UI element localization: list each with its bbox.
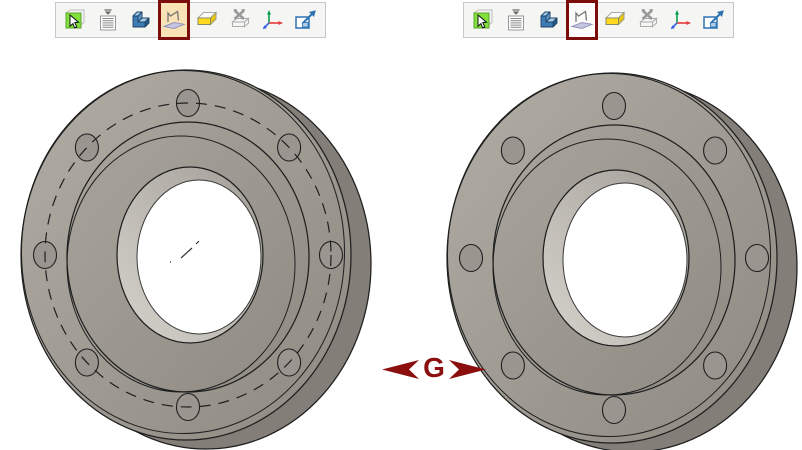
comparison-letter: G	[422, 354, 446, 385]
origin-axes-button[interactable]	[668, 6, 694, 34]
sketch-visibility-icon	[570, 8, 594, 32]
select-icon	[63, 8, 87, 32]
design-explorer-button[interactable]	[503, 6, 529, 34]
extrude-icon	[129, 8, 153, 32]
comparison-label: G	[378, 352, 490, 386]
suppress-button[interactable]	[635, 6, 661, 34]
workspace: G	[0, 0, 802, 450]
toolbar-right	[463, 2, 734, 38]
suppress-button[interactable]	[227, 6, 253, 34]
extrude-button[interactable]	[536, 6, 562, 34]
origin-axes-button[interactable]	[260, 6, 286, 34]
select-button[interactable]	[470, 6, 496, 34]
left-arrow-icon	[382, 360, 419, 379]
suppress-icon	[636, 8, 660, 32]
select-button[interactable]	[62, 6, 88, 34]
origin-axes-icon	[261, 8, 285, 32]
workpiece-button[interactable]	[194, 6, 220, 34]
origin-axes-icon	[669, 8, 693, 32]
workpiece-icon	[195, 8, 219, 32]
flange-model-left[interactable]	[0, 43, 392, 450]
sketch-visibility-button[interactable]	[158, 0, 190, 40]
workpiece-icon	[603, 8, 627, 32]
new-window-button[interactable]	[293, 6, 319, 34]
design-explorer-icon	[504, 8, 528, 32]
right-arrow-icon	[449, 360, 486, 379]
design-explorer-button[interactable]	[95, 6, 121, 34]
new-window-icon	[702, 8, 726, 32]
select-icon	[471, 8, 495, 32]
new-window-button[interactable]	[701, 6, 727, 34]
sketch-visibility-icon	[162, 8, 186, 32]
suppress-icon	[228, 8, 252, 32]
design-explorer-icon	[96, 8, 120, 32]
workpiece-button[interactable]	[602, 6, 628, 34]
new-window-icon	[294, 8, 318, 32]
toolbar-left	[55, 2, 326, 38]
extrude-icon	[537, 8, 561, 32]
flange-model-right[interactable]	[406, 46, 802, 450]
sketch-visibility-button[interactable]	[566, 0, 598, 40]
extrude-button[interactable]	[128, 6, 154, 34]
